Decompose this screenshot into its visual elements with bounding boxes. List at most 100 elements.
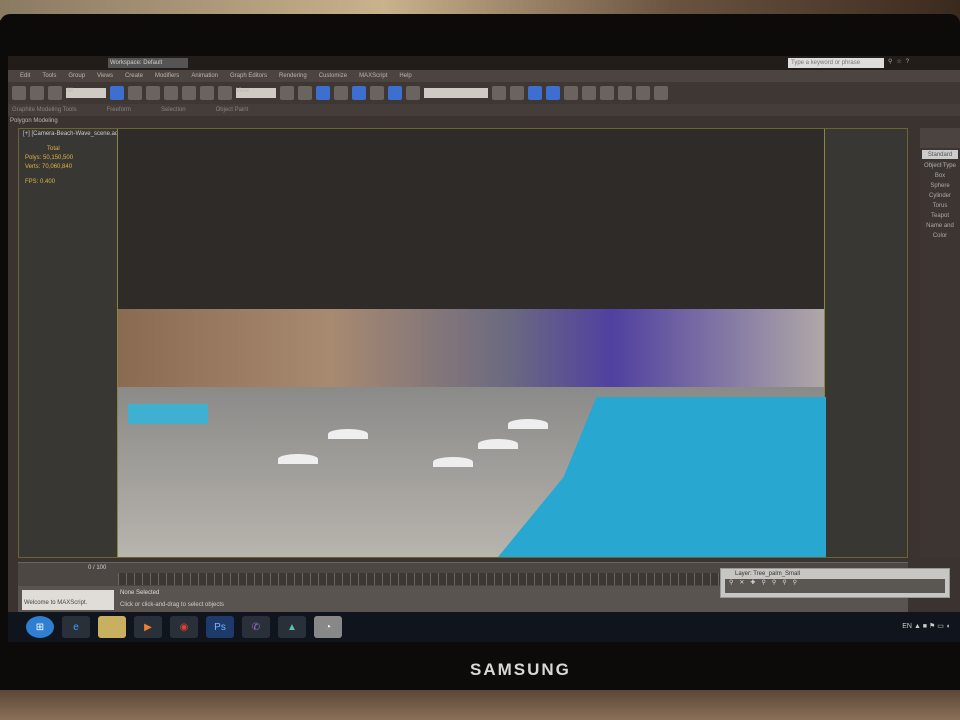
bind-icon[interactable]: [48, 86, 62, 100]
search-input[interactable]: Type a keyword or phrase: [788, 58, 884, 68]
prompt-line: Click or click-and-drag to select object…: [120, 602, 225, 608]
keyboard-shortcut-icon[interactable]: [316, 86, 330, 100]
viber-icon[interactable]: ✆: [242, 616, 270, 638]
manipulate-icon[interactable]: [298, 86, 312, 100]
undo-icon[interactable]: [12, 86, 26, 100]
viewport-stats: Total Polys: 50,150,500 Verts: 70,060,84…: [25, 145, 73, 187]
menu-rendering[interactable]: Rendering: [279, 70, 307, 82]
polygon-modeling-panel[interactable]: Polygon Modeling: [8, 116, 960, 126]
object-type-rollout[interactable]: Object Type: [920, 161, 960, 171]
tray-icons[interactable]: ▲ ■ ⚑ ▭ ◖: [914, 623, 950, 630]
tab-freeform[interactable]: Freeform: [107, 104, 131, 116]
layer-toolbar-icons[interactable]: ⚲✕✚⚲⚲⚲⚲: [725, 579, 945, 593]
taskbar: ⊞ e ▶ ◉ Ps ✆ ▲ ◔ EN ▲ ■ ⚑ ▭ ◖: [8, 612, 960, 642]
menu-maxscript[interactable]: MAXScript: [359, 70, 387, 82]
ref-coord-dropdown[interactable]: View: [236, 88, 276, 98]
menu-customize[interactable]: Customize: [319, 70, 347, 82]
safe-frame: [117, 129, 826, 557]
menu-group[interactable]: Group: [68, 70, 85, 82]
umbrella: [478, 439, 518, 449]
menu-tools[interactable]: Tools: [42, 70, 56, 82]
main-toolbar: All View: [8, 82, 960, 104]
explorer-icon[interactable]: [98, 616, 126, 638]
polys-label: Polys:: [25, 155, 42, 161]
mirror-icon[interactable]: [492, 86, 506, 100]
create-sphere-button[interactable]: Sphere: [920, 181, 960, 191]
menu-views[interactable]: Views: [97, 70, 113, 82]
maxscript-listener[interactable]: Welcome to MAXScript.: [22, 590, 114, 610]
umbrella: [508, 419, 548, 429]
chrome-icon[interactable]: ◉: [170, 616, 198, 638]
selection-filter[interactable]: All: [66, 88, 106, 98]
language-indicator[interactable]: EN: [902, 623, 912, 630]
camera-viewport[interactable]: [+] [Camera-Beach-Wave_scene.ad] [Shaded…: [18, 128, 908, 558]
menu-create[interactable]: Create: [125, 70, 143, 82]
command-panel: Standard Primitives Object Type Box Sphe…: [920, 128, 960, 558]
photoshop-icon[interactable]: Ps: [206, 616, 234, 638]
material-editor-icon[interactable]: [600, 86, 614, 100]
selection-status: None Selected: [120, 590, 160, 596]
create-box-button[interactable]: Box: [920, 171, 960, 181]
umbrella: [328, 429, 368, 439]
snap-icon[interactable]: [334, 86, 348, 100]
menu-help[interactable]: Help: [399, 70, 411, 82]
3dsmax-icon[interactable]: ▲: [278, 616, 306, 638]
schematic-icon[interactable]: [582, 86, 596, 100]
select-object-icon[interactable]: [110, 86, 124, 100]
create-cylinder-button[interactable]: Cylinder: [920, 191, 960, 201]
ribbon: Graphite Modeling Tools Freeform Selecti…: [8, 104, 960, 116]
pivot-icon[interactable]: [280, 86, 294, 100]
polys-value: 50,150,500: [43, 155, 74, 161]
tab-graphite-modeling[interactable]: Graphite Modeling Tools: [12, 104, 77, 116]
scale-icon[interactable]: [218, 86, 232, 100]
umbrella: [278, 454, 318, 464]
primitive-type-dropdown[interactable]: Standard Primitives: [922, 150, 958, 168]
system-tray: EN ▲ ■ ⚑ ▭ ◖: [902, 622, 950, 630]
percent-snap-icon[interactable]: [370, 86, 384, 100]
tab-object-paint[interactable]: Object Paint: [216, 104, 249, 116]
region-select-icon[interactable]: [146, 86, 160, 100]
help-icons[interactable]: ⚲☆?: [888, 58, 913, 65]
angle-snap-icon[interactable]: [352, 86, 366, 100]
menu-edit[interactable]: Edit: [20, 70, 30, 82]
move-icon[interactable]: [182, 86, 196, 100]
create-torus-button[interactable]: Torus: [920, 201, 960, 211]
time-slider[interactable]: 0 / 100: [88, 565, 106, 571]
start-button[interactable]: ⊞: [26, 616, 54, 638]
ie-icon[interactable]: e: [62, 616, 90, 638]
menu-bar: Edit Tools Group Views Create Modifiers …: [8, 70, 960, 82]
named-selection-input[interactable]: [424, 88, 488, 98]
layer-window[interactable]: Layer: Tree_palm_Small ⚲✕✚⚲⚲⚲⚲: [720, 568, 950, 598]
app-icon[interactable]: ◔: [314, 616, 342, 638]
menu-graph-editors[interactable]: Graph Editors: [230, 70, 267, 82]
render-setup-icon[interactable]: [618, 86, 632, 100]
command-panel-tabs[interactable]: [920, 128, 960, 148]
monitor-logo: SAMSUNG: [470, 660, 571, 679]
workspace-dropdown[interactable]: Workspace: Default: [108, 58, 188, 68]
scene-sky: [118, 129, 824, 314]
spinner-snap-icon[interactable]: [388, 86, 402, 100]
create-teapot-button[interactable]: Teapot: [920, 211, 960, 221]
title-bar: Workspace: Default Type a keyword or phr…: [8, 56, 960, 70]
render-icon[interactable]: [654, 86, 668, 100]
fps-value: 0.400: [40, 179, 56, 185]
name-color-rollout[interactable]: Name and Color: [920, 221, 960, 241]
align-icon[interactable]: [510, 86, 524, 100]
graphite-icon[interactable]: [546, 86, 560, 100]
menu-animation[interactable]: Animation: [191, 70, 218, 82]
layer-window-title: Layer: Tree_palm_Small: [735, 571, 801, 577]
select-by-name-icon[interactable]: [128, 86, 142, 100]
window-crossing-icon[interactable]: [164, 86, 178, 100]
menu-modifiers[interactable]: Modifiers: [155, 70, 179, 82]
curve-editor-icon[interactable]: [564, 86, 578, 100]
media-player-icon[interactable]: ▶: [134, 616, 162, 638]
rotate-icon[interactable]: [200, 86, 214, 100]
link-icon[interactable]: [30, 86, 44, 100]
tab-selection[interactable]: Selection: [161, 104, 186, 116]
fps-label: FPS:: [25, 179, 39, 185]
rendered-frame-icon[interactable]: [636, 86, 650, 100]
layer-manager-icon[interactable]: [528, 86, 542, 100]
edit-named-sel-icon[interactable]: [406, 86, 420, 100]
scene-buildings: [118, 309, 824, 389]
stats-header: Total: [47, 146, 60, 152]
